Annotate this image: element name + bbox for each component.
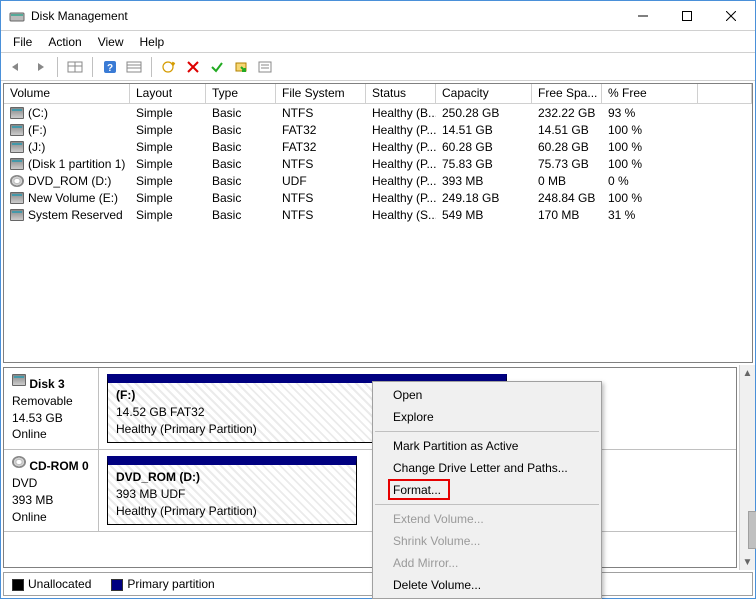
disk-label[interactable]: Disk 3Removable14.53 GBOnline	[4, 368, 99, 449]
table-row[interactable]: New Volume (E:)SimpleBasicNTFSHealthy (P…	[4, 189, 752, 206]
volume-rows: (C:)SimpleBasicNTFSHealthy (B...250.28 G…	[4, 104, 752, 362]
context-menu-item: Add Mirror...	[373, 552, 601, 574]
back-button[interactable]	[5, 56, 27, 78]
legend-swatch-unallocated	[12, 579, 24, 591]
partition[interactable]: DVD_ROM (D:)393 MB UDFHealthy (Primary P…	[107, 456, 357, 525]
scroll-down-icon[interactable]: ▼	[740, 554, 755, 570]
dvd-icon	[12, 456, 26, 468]
disk-pane: Disk 3Removable14.53 GBOnline(F:)14.52 G…	[3, 367, 737, 568]
disk-label[interactable]: CD-ROM 0DVD393 MBOnline	[4, 450, 99, 531]
column-header[interactable]: File System	[276, 84, 366, 103]
dvd-icon	[10, 175, 24, 187]
disk-row: Disk 3Removable14.53 GBOnline(F:)14.52 G…	[4, 368, 736, 450]
forward-button[interactable]	[29, 56, 51, 78]
menu-view[interactable]: View	[90, 33, 132, 51]
explore-icon[interactable]	[230, 56, 252, 78]
table-row[interactable]: DVD_ROM (D:)SimpleBasicUDFHealthy (P...3…	[4, 172, 752, 189]
disk-icon	[10, 141, 24, 153]
refresh-icon[interactable]	[158, 56, 180, 78]
scroll-up-icon[interactable]: ▲	[740, 365, 755, 381]
close-button[interactable]	[709, 2, 753, 30]
disk-row: CD-ROM 0DVD393 MBOnlineDVD_ROM (D:)393 M…	[4, 450, 736, 532]
window-title: Disk Management	[31, 9, 621, 23]
menu-help[interactable]: Help	[132, 33, 173, 51]
menubar: FileActionViewHelp	[1, 31, 755, 53]
list-icon[interactable]	[123, 56, 145, 78]
delete-icon[interactable]	[182, 56, 204, 78]
context-menu-item[interactable]: Change Drive Letter and Paths...	[373, 457, 601, 479]
minimize-button[interactable]	[621, 2, 665, 30]
volume-list: VolumeLayoutTypeFile SystemStatusCapacit…	[3, 83, 753, 363]
svg-text:?: ?	[107, 63, 113, 74]
toolbar: ?	[1, 53, 755, 81]
disk-icon	[10, 107, 24, 119]
disk-icon	[10, 124, 24, 136]
context-menu-item[interactable]: Delete Volume...	[373, 574, 601, 596]
titlebar: Disk Management	[1, 1, 755, 31]
table-row[interactable]: (J:)SimpleBasicFAT32Healthy (P...60.28 G…	[4, 138, 752, 155]
disk-icon	[10, 158, 24, 170]
vertical-scrollbar[interactable]: ▲ ▼	[739, 365, 755, 570]
check-icon[interactable]	[206, 56, 228, 78]
disk-management-window: Disk Management FileActionViewHelp ? Vol…	[0, 0, 756, 599]
context-menu-item: Shrink Volume...	[373, 530, 601, 552]
context-menu-item[interactable]: Format...	[373, 479, 601, 501]
disk-icon	[12, 374, 26, 386]
table-row[interactable]: (C:)SimpleBasicNTFSHealthy (B...250.28 G…	[4, 104, 752, 121]
properties-icon[interactable]	[254, 56, 276, 78]
menu-file[interactable]: File	[5, 33, 40, 51]
context-menu-item[interactable]: Explore	[373, 406, 601, 428]
table-row[interactable]: (F:)SimpleBasicFAT32Healthy (P...14.51 G…	[4, 121, 752, 138]
column-header[interactable]: Capacity	[436, 84, 532, 103]
table-row[interactable]: System ReservedSimpleBasicNTFSHealthy (S…	[4, 206, 752, 223]
volume-header-row: VolumeLayoutTypeFile SystemStatusCapacit…	[4, 84, 752, 104]
context-menu-item[interactable]: Mark Partition as Active	[373, 435, 601, 457]
help-icon[interactable]: ?	[99, 56, 121, 78]
disk-icon	[10, 192, 24, 204]
context-menu-item: Extend Volume...	[373, 508, 601, 530]
app-icon	[9, 8, 25, 24]
table-row[interactable]: (Disk 1 partition 1)SimpleBasicNTFSHealt…	[4, 155, 752, 172]
column-header[interactable]: Volume	[4, 84, 130, 103]
column-header[interactable]: Type	[206, 84, 276, 103]
column-header[interactable]: Layout	[130, 84, 206, 103]
column-header[interactable]: Status	[366, 84, 436, 103]
maximize-button[interactable]	[665, 2, 709, 30]
context-menu-item[interactable]: Open	[373, 384, 601, 406]
context-menu: OpenExplore Mark Partition as ActiveChang…	[372, 381, 602, 599]
column-header[interactable]: Free Spa...	[532, 84, 602, 103]
menu-action[interactable]: Action	[40, 33, 89, 51]
table-view-icon[interactable]	[64, 56, 86, 78]
legend-swatch-primary	[111, 579, 123, 591]
column-header[interactable]: % Free	[602, 84, 698, 103]
legend-primary-label: Primary partition	[127, 577, 214, 591]
disk-icon	[10, 209, 24, 221]
legend-unallocated-label: Unallocated	[28, 577, 91, 591]
